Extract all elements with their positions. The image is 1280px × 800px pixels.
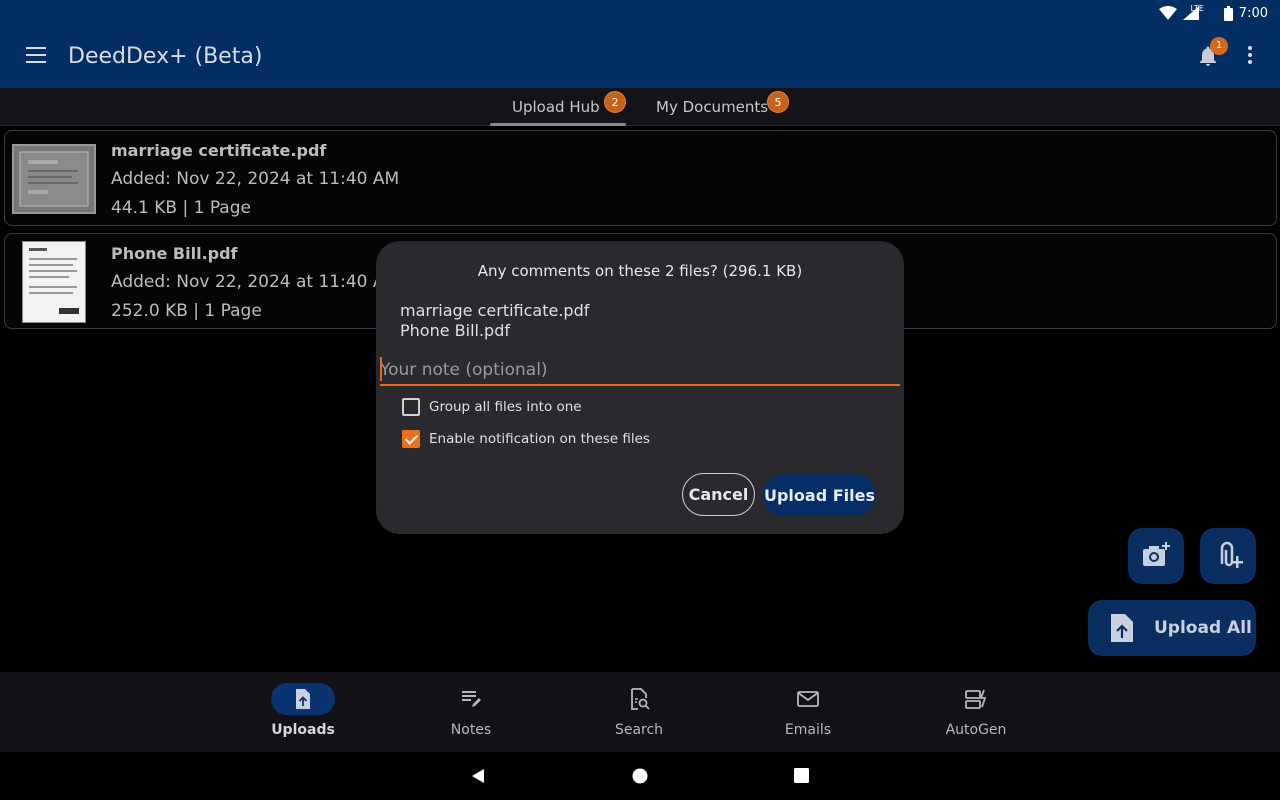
notes-icon (462, 691, 481, 707)
add-photo-icon (1143, 542, 1170, 566)
nav-uploads[interactable]: Uploads (248, 672, 358, 752)
nav-label: Notes (450, 722, 492, 738)
enable-notification-option[interactable]: Enable notification on these files (402, 430, 650, 448)
app-title: DeedDex+ (Beta) (68, 44, 263, 69)
nav-label: Uploads (271, 722, 335, 738)
more-options-icon[interactable] (1242, 46, 1258, 68)
file-name: Phone Bill.pdf (111, 244, 238, 263)
nav-label: Search (614, 722, 664, 738)
upload-file-icon (1111, 614, 1133, 642)
checkbox-label: Group all files into one (429, 399, 582, 415)
tab-indicator (490, 123, 626, 126)
autogen-icon (965, 689, 987, 709)
status-bar: LTE 7:00 (1158, 2, 1268, 24)
recents-icon[interactable] (794, 768, 809, 783)
nav-label: Emails (784, 722, 832, 738)
file-size-pages: 252.0 KB | 1 Page (111, 301, 262, 321)
dialog-title: Any comments on these 2 files? (296.1 KB… (477, 262, 803, 280)
clock: 7:00 (1238, 5, 1268, 21)
tab-badge: 5 (767, 91, 789, 113)
dialog-file-name: Phone Bill.pdf (400, 321, 510, 340)
bottom-navigation: Uploads Notes Search Emails AutoGen (0, 672, 1280, 752)
home-icon[interactable] (632, 768, 648, 784)
camera-button[interactable] (1128, 528, 1184, 584)
tab-my-documents[interactable]: My Documents (656, 98, 768, 116)
upload-all-button[interactable]: Upload All (1088, 600, 1256, 656)
dialog-file-name: marriage certificate.pdf (400, 301, 590, 320)
group-files-option[interactable]: Group all files into one (402, 398, 582, 416)
upload-file-icon (296, 689, 310, 709)
notification-badge: 1 (1210, 37, 1228, 55)
back-icon[interactable] (470, 768, 486, 784)
network-type: LTE (1190, 3, 1204, 13)
file-card[interactable]: marriage certificate.pdf Added: Nov 22, … (4, 130, 1277, 226)
note-input[interactable] (380, 356, 900, 386)
file-added-date: Added: Nov 22, 2024 at 11:40 AM (111, 272, 400, 292)
tab-bar: Upload Hub 2 My Documents 5 (0, 88, 1280, 126)
checkbox-label: Enable notification on these files (429, 431, 650, 447)
enable-notification-checkbox[interactable] (402, 430, 420, 448)
certificate-preview-icon (19, 151, 89, 207)
system-navigation-bar (0, 752, 1280, 800)
battery-icon (1223, 5, 1233, 21)
file-thumbnail (22, 241, 86, 323)
file-added-date: Added: Nov 22, 2024 at 11:40 AM (111, 169, 400, 189)
nav-label: AutoGen (945, 722, 1007, 738)
upload-files-button[interactable]: Upload Files (763, 474, 876, 516)
nav-search[interactable]: Search (584, 672, 694, 752)
cancel-button[interactable]: Cancel (682, 473, 755, 516)
tab-label: My Documents (656, 98, 769, 116)
document-search-icon (631, 688, 650, 710)
nav-notes[interactable]: Notes (416, 672, 526, 752)
app-bar: LTE 7:00 DeedDex+ (Beta) 1 (0, 0, 1280, 88)
nav-autogen[interactable]: AutoGen (921, 672, 1031, 752)
mail-icon (797, 691, 819, 707)
bill-preview-icon (29, 248, 79, 314)
tab-upload-hub[interactable]: Upload Hub (512, 98, 600, 116)
file-thumbnail (12, 144, 96, 214)
attach-add-icon (1220, 541, 1243, 568)
file-name: marriage certificate.pdf (111, 141, 327, 160)
upload-comments-dialog: Any comments on these 2 files? (296.1 KB… (376, 241, 904, 534)
upload-all-label: Upload All (1154, 618, 1252, 638)
group-files-checkbox[interactable] (402, 398, 420, 416)
tab-label: Upload Hub (512, 98, 600, 116)
wifi-icon (1158, 6, 1177, 20)
tab-badge: 2 (604, 91, 626, 113)
nav-emails[interactable]: Emails (753, 672, 863, 752)
attach-file-button[interactable] (1200, 528, 1256, 584)
menu-icon[interactable] (26, 47, 46, 63)
text-cursor (380, 357, 382, 381)
file-size-pages: 44.1 KB | 1 Page (111, 198, 251, 218)
